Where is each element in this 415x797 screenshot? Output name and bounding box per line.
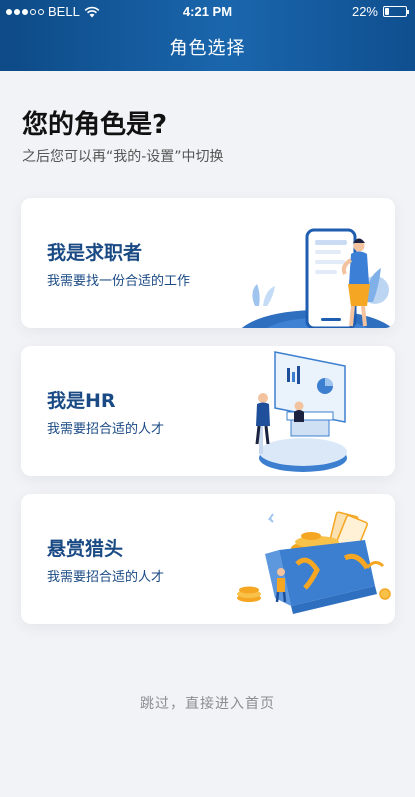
- role-title: 我是求职者: [47, 242, 143, 264]
- office-presentation-illustration-icon: [255, 351, 347, 472]
- status-bar: BELL 4:21 PM 22%: [0, 0, 415, 24]
- battery-level-fill: [385, 8, 389, 15]
- role-title: 我是HR: [47, 390, 116, 412]
- status-right: 22%: [351, 4, 409, 19]
- role-card-headhunter[interactable]: 悬赏猎头 我需要招合适的人才: [21, 494, 395, 624]
- role-card-job-seeker[interactable]: 我是求职者 我需要找一份合适的工作: [21, 198, 395, 328]
- role-card-hr[interactable]: 我是HR 我需要招合适的人才: [21, 346, 395, 476]
- role-title: 悬赏猎头: [47, 538, 124, 560]
- gift-box-coins-illustration-icon: [237, 511, 391, 614]
- role-description: 我需要招合适的人才: [47, 422, 165, 437]
- page-subheading: 之后您可以再“我的-设置”中切换: [22, 149, 224, 165]
- role-description: 我需要招合适的人才: [47, 570, 165, 585]
- app-header: BELL 4:21 PM 22% 角色选择: [0, 0, 415, 71]
- skip-link[interactable]: 跳过，直接进入首页: [0, 693, 415, 713]
- battery-icon: [383, 6, 409, 17]
- battery-percent: 22%: [351, 4, 378, 19]
- nav-title: 角色选择: [169, 38, 246, 59]
- page-heading: 您的角色是?: [22, 110, 168, 140]
- phone-person-illustration-icon: [241, 228, 393, 328]
- role-description: 我需要找一份合适的工作: [47, 274, 191, 289]
